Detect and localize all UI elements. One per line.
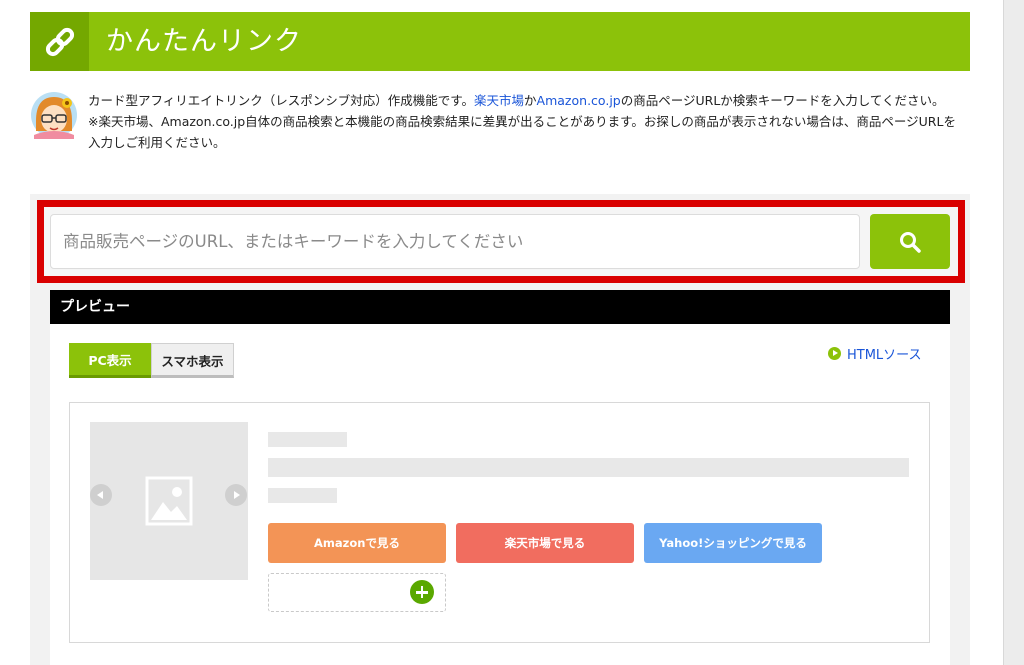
link-chain-icon bbox=[30, 12, 89, 71]
intro-line1-suffix: の商品ページURLか検索キーワードを入力してください。 bbox=[620, 93, 945, 108]
intro-text: カード型アフィリエイトリンク（レスポンシブ対応）作成機能です。楽天市場かAmaz… bbox=[88, 90, 968, 153]
html-source-link[interactable]: HTMLソース bbox=[828, 344, 922, 363]
preview-title: プレビュー bbox=[60, 299, 130, 315]
page-header: かんたんリンク bbox=[30, 12, 970, 71]
amazon-link[interactable]: Amazon.co.jp bbox=[537, 93, 621, 108]
rakuten-button[interactable]: 楽天市場で見る bbox=[456, 523, 634, 563]
placeholder-bar bbox=[268, 432, 347, 447]
tab-pc-view[interactable]: PC表示 bbox=[69, 343, 151, 378]
intro-note: ※楽天市場、Amazon.co.jp自体の商品検索と本機能の商品検索結果に差異が… bbox=[88, 114, 956, 150]
placeholder-bar bbox=[268, 488, 337, 503]
add-icon[interactable] bbox=[410, 580, 434, 604]
intro-line1-prefix: カード型アフィリエイトリンク（レスポンシブ対応）作成機能です。 bbox=[88, 93, 475, 108]
play-icon bbox=[828, 347, 841, 360]
rakuten-link[interactable]: 楽天市場 bbox=[474, 93, 524, 108]
next-image-button[interactable] bbox=[225, 484, 247, 506]
image-icon bbox=[145, 476, 193, 526]
placeholder-bar bbox=[268, 458, 909, 477]
page: かんたんリンク カード型アフィリエイトリンク（レスポンシブ対応）作成機能です。楽… bbox=[0, 0, 1004, 665]
search-button[interactable] bbox=[870, 214, 950, 269]
preview-header: プレビュー bbox=[50, 290, 950, 324]
yahoo-shopping-button[interactable]: Yahoo!ショッピングで見る bbox=[644, 523, 822, 563]
page-title: かんたんリンク bbox=[106, 26, 302, 57]
prev-image-button[interactable] bbox=[90, 484, 112, 506]
search-icon bbox=[900, 231, 921, 253]
search-input[interactable] bbox=[50, 214, 860, 269]
tab-smartphone-view[interactable]: スマホ表示 bbox=[151, 343, 234, 378]
avatar bbox=[30, 91, 78, 139]
html-source-label: HTMLソース bbox=[847, 348, 922, 363]
intro-connector: か bbox=[524, 93, 537, 108]
amazon-button[interactable]: Amazonで見る bbox=[268, 523, 446, 563]
